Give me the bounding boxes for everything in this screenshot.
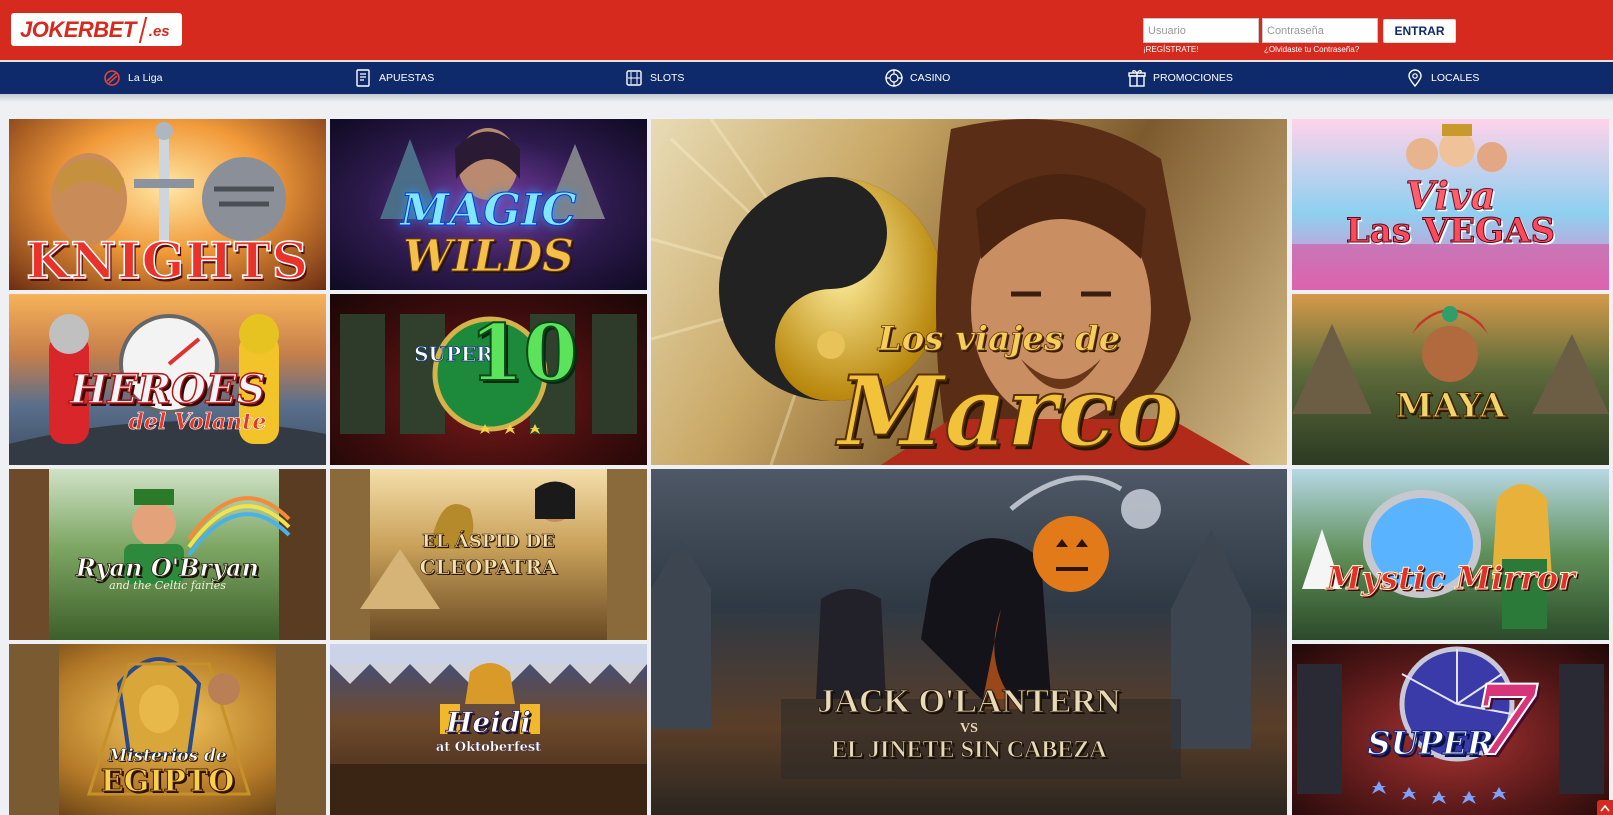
heroes-title-1: HEROES [69, 365, 266, 414]
maya-title: MAYA [1394, 385, 1506, 426]
logo-separator [138, 16, 148, 43]
heidi-title-2: at Oktoberfest [435, 740, 542, 755]
game-tile-viva-las-vegas[interactable]: Viva Las VEGAS [1292, 119, 1609, 290]
mystic-mirror-artwork [1302, 484, 1552, 629]
maya-artwork [1292, 306, 1609, 414]
game-tile-aspid-de-cleopatra[interactable]: EL ÁSPID DE CLEOPATRA [330, 469, 647, 640]
knights-title: KNIGHTS [25, 230, 309, 290]
location-pin-icon [1408, 69, 1422, 88]
laliga-icon [104, 70, 120, 86]
username-input[interactable] [1143, 18, 1259, 43]
nav-label-apuestas: APUESTAS [379, 72, 435, 84]
nav-label-locales: LOCALES [1431, 72, 1480, 84]
login-button[interactable]: ENTRAR [1383, 19, 1456, 43]
game-tile-ryan-obryan[interactable]: Ryan O'Bryan and the Celtic fairies [9, 469, 326, 640]
game-tile-los-viajes-de-marco[interactable]: Los viajes de Marco [651, 119, 1287, 465]
game-tile-misterios-de-egipto[interactable]: Misterios de EGIPTO [9, 644, 326, 815]
slot-machine-icon [626, 70, 642, 86]
marco-title-1: Los viajes de [877, 319, 1121, 360]
nav-item-laliga[interactable]: La Liga [102, 62, 162, 94]
game-tile-heroes-del-volante[interactable]: HEROES del Volante [9, 294, 326, 465]
cleopatra-title-2: CLEOPATRA [419, 555, 558, 580]
game-tile-mystic-mirror[interactable]: Mystic Mirror [1292, 469, 1609, 640]
password-input[interactable] [1262, 18, 1378, 43]
gift-icon [1128, 70, 1146, 87]
egipto-title-1: Misterios de [108, 746, 227, 767]
game-tile-maya[interactable]: MAYA [1292, 294, 1609, 465]
heroes-title-2: del Volante [128, 409, 267, 436]
ryan-title-1: Ryan O'Bryan [76, 553, 260, 583]
game-tile-super-10[interactable]: SUPER 10 [330, 294, 647, 465]
nav-label-casino: CASINO [910, 72, 951, 84]
nav-item-slots[interactable]: SLOTS [624, 62, 684, 94]
top-header: JOKERBET .es ENTRAR ¡REGÍSTRATE! ¿Olvida… [0, 0, 1613, 60]
game-tile-super-7[interactable]: SUPER 7 [1292, 644, 1609, 815]
ryan-title-2: and the Celtic fairies [109, 579, 226, 592]
jack-title-vs: VS [960, 721, 978, 736]
roulette-chip-icon [885, 69, 903, 87]
game-tile-knights[interactable]: KNIGHTS [9, 119, 326, 290]
nav-item-promociones[interactable]: PROMOCIONES [1127, 62, 1233, 94]
game-tile-heidi-at-oktoberfest[interactable]: Heidi at Oktoberfest [330, 644, 647, 815]
main-nav: La Liga APUESTAS SLOTS CASINO PROMOCIONE… [0, 60, 1613, 94]
logo-tld: .es [148, 22, 170, 40]
nav-label-laliga: La Liga [128, 72, 163, 84]
nav-shadow [0, 94, 1613, 102]
game-tile-jack-olantern[interactable]: JACK O'LANTERN VS EL JINETE SIN CABEZA [651, 469, 1287, 815]
forgot-password-link[interactable]: ¿Olvidaste tu Contraseña? [1264, 45, 1359, 54]
jokerbet-logo[interactable]: JOKERBET .es [11, 13, 182, 46]
nav-item-locales[interactable]: LOCALES [1405, 62, 1479, 94]
magic-wilds-title-2: WILDS [403, 231, 575, 283]
chevron-up-icon [1600, 804, 1610, 811]
register-link[interactable]: ¡REGÍSTRATE! [1143, 45, 1198, 54]
jack-title-1: JACK O'LANTERN [817, 683, 1121, 721]
nav-item-casino[interactable]: CASINO [884, 62, 950, 94]
magic-wilds-title-1: MAGIC [400, 185, 577, 237]
betslip-icon [356, 69, 370, 87]
game-tile-magic-wilds[interactable]: MAGIC WILDS [330, 119, 647, 290]
super10-title-2: 10 [468, 307, 579, 400]
scroll-to-top-button[interactable] [1597, 800, 1613, 815]
nav-item-apuestas[interactable]: APUESTAS [353, 62, 434, 94]
egipto-title-2: EGIPTO [100, 764, 235, 800]
cleopatra-title-1: EL ÁSPID DE [422, 531, 555, 553]
vegas-title-2: Las VEGAS [1345, 211, 1556, 252]
heidi-title-1: Heidi [445, 706, 532, 740]
super7-title-2: 7 [1471, 663, 1540, 778]
nav-label-slots: SLOTS [650, 72, 685, 84]
marco-title-2: Marco [837, 354, 1181, 465]
logo-brand: JOKERBET [20, 16, 136, 42]
mystic-mirror-title: Mystic Mirror [1325, 559, 1576, 598]
nav-label-promociones: PROMOCIONES [1153, 72, 1233, 84]
jack-title-2: EL JINETE SIN CABEZA [831, 737, 1107, 764]
